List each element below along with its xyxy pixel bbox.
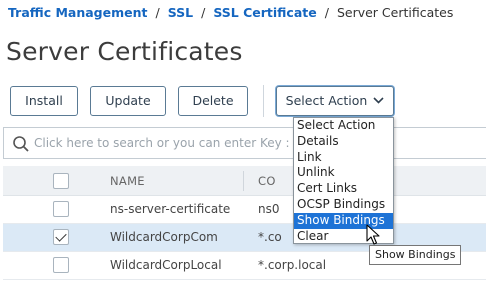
chevron-down-icon [373,88,384,116]
column-resize-handle[interactable] [243,171,244,191]
column-header-common-name[interactable]: CO [258,174,276,188]
delete-button[interactable]: Delete [178,86,248,116]
row-checkbox[interactable] [53,257,69,273]
toolbar-divider [263,85,264,117]
table-row[interactable]: ns-server-certificate ns0 [3,196,486,224]
breadcrumb-link-traffic-management[interactable]: Traffic Management [8,5,147,20]
menu-item-cert-links[interactable]: Cert Links [294,181,393,197]
menu-item-unlink[interactable]: Unlink [294,165,393,181]
table-header: NAME CO [3,166,486,196]
row-checkbox[interactable] [53,201,69,217]
breadcrumb-link-ssl[interactable]: SSL [168,5,193,20]
cell-common-name: *.co [258,230,282,244]
search-icon [12,135,30,153]
tooltip: Show Bindings [369,245,462,265]
breadcrumb: Traffic Management / SSL / SSL Certificate / S… [8,5,453,20]
cell-common-name: *.corp.local [258,258,327,272]
select-action-label: Select Action [285,93,368,108]
select-all-checkbox[interactable] [53,173,69,189]
row-checkbox[interactable] [53,229,69,245]
cell-name: ns-server-certificate [110,202,231,216]
menu-item-link[interactable]: Link [294,150,393,166]
menu-item-details[interactable]: Details [294,134,393,150]
breadcrumb-separator: / [324,5,329,20]
menu-item-select-action[interactable]: Select Action [294,118,393,134]
cell-name: WildcardCorpLocal [110,258,222,272]
breadcrumb-separator: / [201,5,206,20]
mouse-pointer-icon [366,224,380,245]
cell-name: WildcardCorpCom [110,230,218,244]
page-title: Server Certificates [6,37,243,66]
column-header-name[interactable]: NAME [110,174,145,188]
search-input[interactable]: Click here to search or you can enter Ke… [34,136,326,150]
install-button[interactable]: Install [10,86,78,116]
search-bar[interactable]: Click here to search or you can enter Ke… [3,127,486,159]
breadcrumb-link-ssl-certificate[interactable]: SSL Certificate [213,5,316,20]
menu-item-ocsp-bindings[interactable]: OCSP Bindings [294,197,393,213]
breadcrumb-separator: / [155,5,160,20]
breadcrumb-current: Server Certificates [336,5,454,20]
cell-common-name: ns0 [258,202,280,216]
select-action-dropdown[interactable]: Select Action [276,86,394,116]
update-button[interactable]: Update [90,86,166,116]
